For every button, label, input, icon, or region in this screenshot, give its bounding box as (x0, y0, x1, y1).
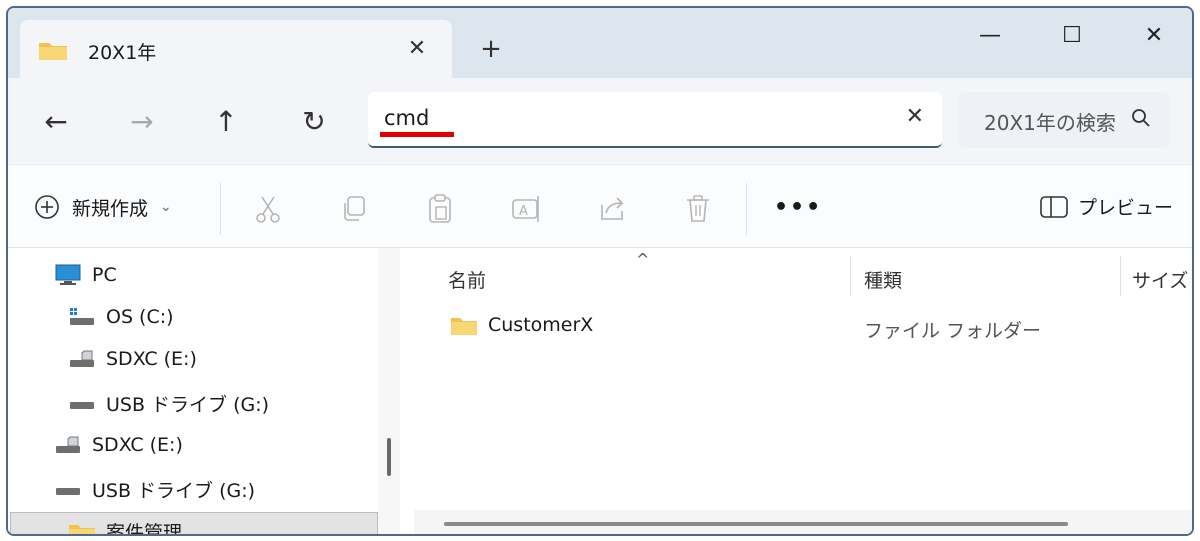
command-bar: 新規作成 ⌄ A ••• プレビュー (8, 164, 1192, 248)
drive-icon (70, 308, 94, 325)
address-bar[interactable]: cmd ✕ (368, 92, 942, 148)
sd-card-icon (56, 436, 80, 453)
rename-icon[interactable]: A (508, 191, 544, 227)
more-options-button[interactable]: ••• (774, 195, 822, 220)
tree-selection-highlight (10, 512, 378, 534)
preview-pane-icon (1040, 195, 1068, 218)
tree-item-usb-g[interactable]: USB ドライブ (G:) (68, 390, 269, 417)
divider (746, 183, 747, 235)
maximize-button[interactable]: ☐ (1042, 16, 1102, 56)
address-input[interactable]: cmd (384, 106, 429, 130)
column-divider[interactable] (1120, 256, 1121, 296)
minimize-button[interactable]: — (960, 16, 1020, 56)
file-explorer-window: 20X1年 ✕ + — ☐ ✕ ← → ↑ ↻ cmd ✕ 20X1年の検索 新… (6, 6, 1194, 536)
tree-item-label: USB ドライブ (G:) (92, 480, 256, 502)
svg-text:A: A (519, 204, 528, 219)
usb-drive-icon (56, 487, 80, 495)
tree-item-pc[interactable]: PC (54, 264, 117, 286)
nav-pane-scrollbar[interactable] (378, 248, 400, 534)
folder-icon (451, 318, 477, 335)
new-tab-button[interactable]: + (474, 32, 508, 66)
search-box[interactable]: 20X1年の検索 (958, 92, 1170, 148)
tree-item-label: USB ドライブ (G:) (106, 394, 270, 416)
usb-drive-icon (70, 401, 94, 409)
folder-icon (69, 524, 95, 534)
divider (220, 183, 221, 235)
file-type: ファイル フォルダー (864, 320, 1042, 342)
tree-item-usb-g-root[interactable]: USB ドライブ (G:) (54, 476, 255, 503)
tree-item-label: PC (92, 264, 117, 286)
search-icon (1132, 109, 1150, 127)
column-header-name[interactable]: 名前 (448, 266, 486, 293)
delete-icon[interactable] (680, 191, 716, 227)
cut-icon[interactable] (250, 191, 286, 227)
close-window-button[interactable]: ✕ (1124, 16, 1184, 56)
new-button[interactable]: 新規作成 ⌄ (34, 187, 172, 227)
back-button[interactable]: ← (34, 100, 78, 144)
share-icon[interactable] (594, 191, 630, 227)
copy-icon[interactable] (336, 191, 372, 227)
column-divider[interactable] (850, 256, 851, 296)
chevron-down-icon: ⌄ (160, 199, 172, 215)
sd-card-icon (70, 350, 94, 367)
tab-20x1[interactable]: 20X1年 ✕ (20, 20, 452, 78)
folder-icon (39, 43, 67, 60)
file-row-name[interactable]: CustomerX (450, 314, 593, 336)
tree-item-label: SDXC (E:) (92, 434, 183, 456)
plus-circle-icon (35, 195, 59, 219)
scrollbar-thumb[interactable] (444, 522, 1068, 526)
title-bar: 20X1年 ✕ + — ☐ ✕ (8, 8, 1192, 78)
column-header-type[interactable]: 種類 (864, 266, 902, 293)
file-list: ^ 名前 種類 サイズ CustomerX ファイル フォルダー (414, 248, 1192, 534)
navigation-bar: ← → ↑ ↻ cmd ✕ 20X1年の検索 (8, 78, 1192, 164)
tree-item-sdxc-e[interactable]: SDXC (E:) (68, 348, 197, 370)
new-button-label: 新規作成 (72, 197, 149, 220)
tab-title: 20X1年 (88, 42, 157, 64)
navigation-pane: PC OS (C:) SDXC (E:) USB ドライブ (G:) SDXC … (8, 248, 400, 536)
forward-button[interactable]: → (120, 100, 164, 144)
preview-pane-button[interactable]: プレビュー (1040, 193, 1173, 220)
paste-icon[interactable] (422, 191, 458, 227)
scrollbar-thumb[interactable] (387, 438, 391, 476)
tree-item-anken-kanri[interactable]: 案件管理 (68, 518, 183, 536)
file-name: CustomerX (488, 314, 594, 336)
column-header-size[interactable]: サイズ (1132, 266, 1188, 293)
computer-icon (55, 264, 81, 285)
sort-caret-icon: ^ (636, 250, 650, 269)
tree-item-os-c[interactable]: OS (C:) (68, 306, 174, 328)
tab-close-icon[interactable]: ✕ (400, 32, 434, 66)
tree-item-sdxc-e-root[interactable]: SDXC (E:) (54, 434, 183, 456)
horizontal-scrollbar[interactable] (414, 510, 1192, 534)
search-placeholder: 20X1年の検索 (984, 111, 1116, 135)
tree-item-label: SDXC (E:) (106, 348, 197, 370)
tree-item-label: 案件管理 (106, 522, 183, 536)
tree-item-label: OS (C:) (106, 306, 174, 328)
red-underline-annotation (380, 132, 454, 137)
refresh-button[interactable]: ↻ (292, 100, 336, 144)
preview-label: プレビュー (1078, 197, 1174, 219)
up-button[interactable]: ↑ (204, 100, 248, 144)
clear-address-icon[interactable]: ✕ (906, 104, 924, 129)
